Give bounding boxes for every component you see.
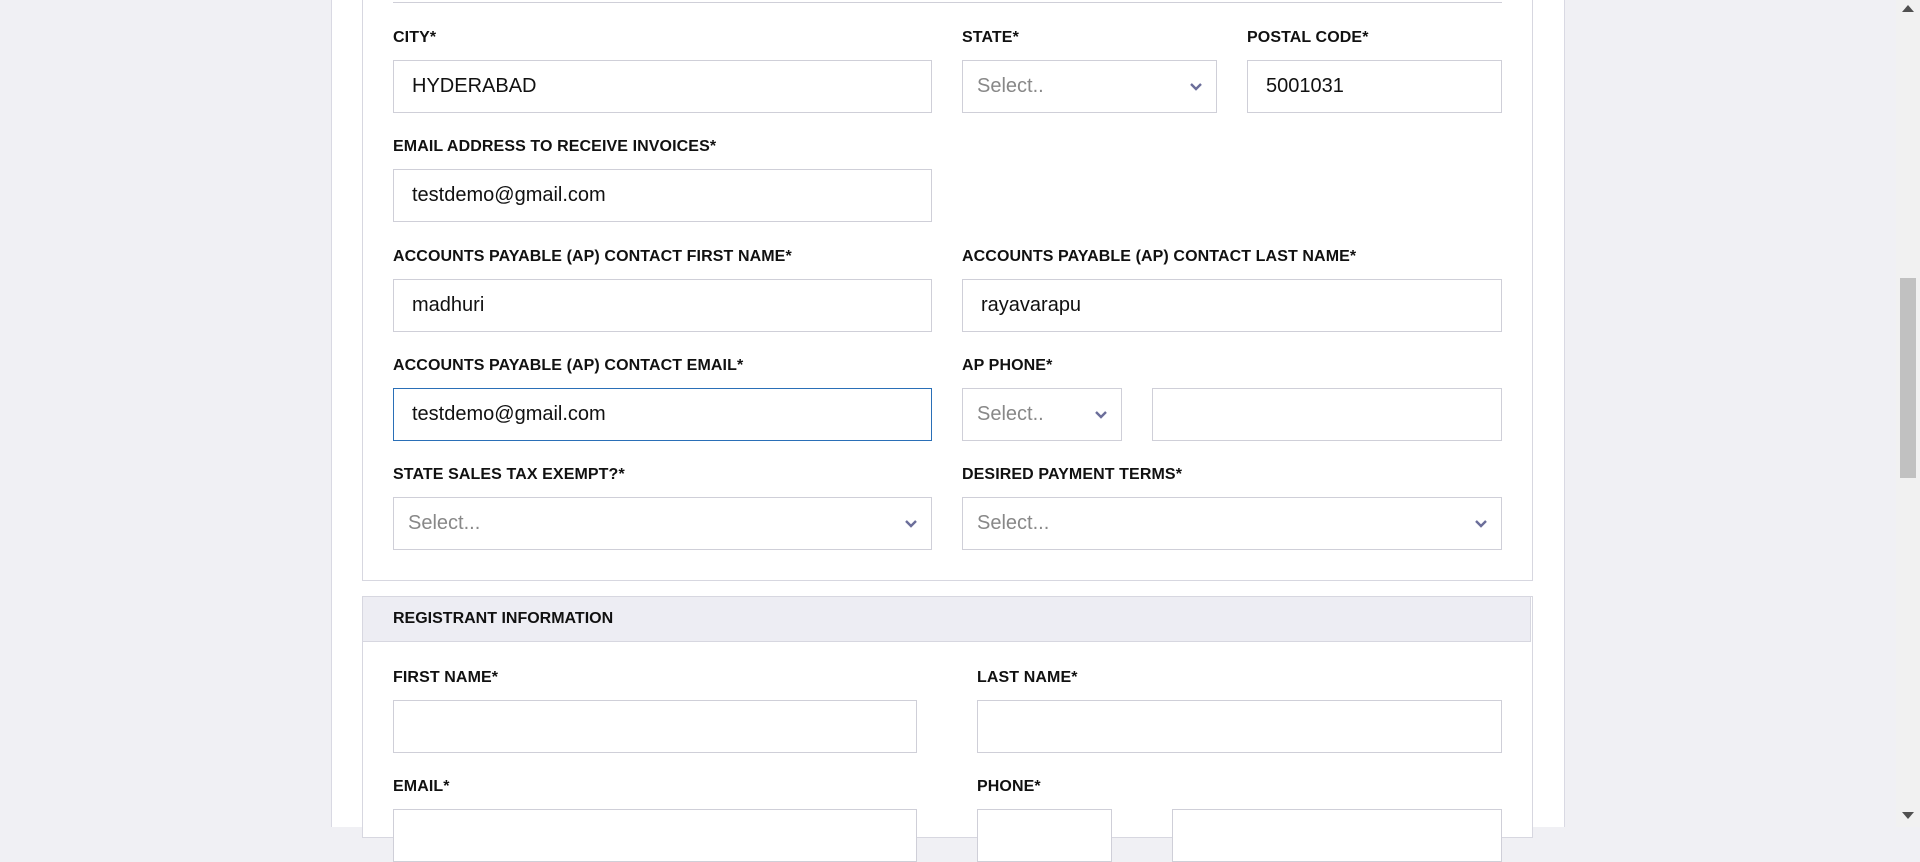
tax-exempt-label: STATE SALES TAX EXEMPT?* [393,466,625,483]
invoice-email-input[interactable]: testdemo@gmail.com [393,169,932,222]
phone-number-input[interactable] [1172,809,1502,862]
ap-phone-number-input[interactable] [1152,388,1502,441]
tax-exempt-select[interactable]: Select... [393,497,932,550]
phone-label: PHONE* [977,778,1041,795]
email-input[interactable] [393,809,917,862]
section-title: REGISTRANT INFORMATION [393,610,614,627]
postal-code-label: POSTAL CODE* [1247,29,1369,46]
phone-country-select[interactable] [977,809,1112,862]
ap-last-name-label: ACCOUNTS PAYABLE (AP) CONTACT LAST NAME* [962,248,1357,265]
scrollbar-thumb[interactable] [1900,278,1916,478]
payment-terms-select[interactable]: Select... [962,497,1502,550]
ap-phone-label: AP PHONE* [962,357,1053,374]
ap-phone-country-select[interactable]: Select.. [962,388,1122,441]
city-label: CITY* [393,29,437,46]
chevron-down-icon [905,520,917,528]
last-name-input[interactable] [977,700,1502,753]
state-select-placeholder: Select.. [977,75,1044,97]
last-name-label: LAST NAME* [977,669,1078,686]
ap-first-name-input[interactable]: madhuri [393,279,932,332]
first-name-label: FIRST NAME* [393,669,499,686]
ap-last-name-input[interactable]: rayavarapu [962,279,1502,332]
ap-email-label: ACCOUNTS PAYABLE (AP) CONTACT EMAIL* [393,357,744,374]
vertical-scrollbar[interactable] [1896,0,1920,827]
ap-email-input[interactable]: testdemo@gmail.com [393,388,932,441]
ap-first-name-label: ACCOUNTS PAYABLE (AP) CONTACT FIRST NAME… [393,248,792,265]
scroll-up-arrow-icon[interactable] [1902,5,1914,12]
first-name-input[interactable] [393,700,917,753]
chevron-down-icon [1095,411,1107,419]
scroll-down-arrow-icon[interactable] [1902,812,1914,819]
chevron-down-icon [1475,520,1487,528]
state-select[interactable]: Select.. [962,60,1217,113]
postal-code-input[interactable]: 5001031 [1247,60,1502,113]
tax-exempt-placeholder: Select... [408,512,481,534]
city-input[interactable]: HYDERABAD [393,60,932,113]
state-label: STATE* [962,29,1019,46]
ap-phone-country-placeholder: Select.. [977,403,1044,425]
payment-terms-label: DESIRED PAYMENT TERMS* [962,466,1183,483]
address-input-bottom-edge [393,0,1502,3]
chevron-down-icon [1190,83,1202,91]
payment-terms-placeholder: Select... [977,512,1050,534]
email-label: EMAIL* [393,778,450,795]
registrant-section-header: REGISTRANT INFORMATION [362,596,1531,642]
invoice-email-label: EMAIL ADDRESS TO RECEIVE INVOICES* [393,138,717,155]
